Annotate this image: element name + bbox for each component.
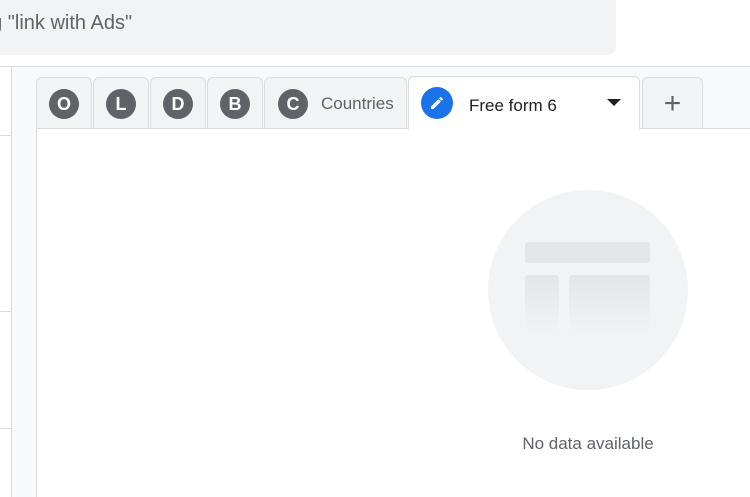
illustration-right-column <box>569 275 650 335</box>
left-panel-divider <box>0 135 11 136</box>
left-panel <box>0 67 12 497</box>
tab-letter-badge: B <box>220 88 250 119</box>
tab-o[interactable]: O <box>36 77 92 129</box>
left-panel-divider <box>0 311 11 312</box>
tab-free-form-label: Free form 6 <box>469 96 557 115</box>
empty-table-illustration <box>488 190 688 390</box>
caret-down-icon[interactable] <box>607 99 621 106</box>
tab-l[interactable]: L <box>93 77 149 129</box>
add-tab-button[interactable]: + <box>642 77 703 129</box>
tab-countries[interactable]: C Countries <box>264 77 407 129</box>
tab-letter-badge: C <box>278 88 308 119</box>
illustration-left-column <box>525 275 559 335</box>
analytics-exploration-view: ng "link with Ads" O L D B C Countries <box>0 0 750 497</box>
tab-countries-label: Countries <box>321 93 394 113</box>
pencil-icon <box>421 87 453 119</box>
no-data-message: No data available <box>522 434 654 453</box>
left-panel-divider <box>0 428 11 429</box>
illustration-header-bar <box>525 242 650 263</box>
tab-letter-badge: L <box>106 88 136 119</box>
tab-b[interactable]: B <box>207 77 263 129</box>
tab-letter-badge: D <box>163 88 193 119</box>
tab-bar: O L D B C Countries Free form 6 + <box>36 76 704 129</box>
search-query-text: ng "link with Ads" <box>0 12 133 34</box>
plus-icon: + <box>663 86 682 120</box>
tab-free-form-6[interactable]: Free form 6 <box>408 76 640 129</box>
tab-content-panel: No data available <box>36 128 750 497</box>
tab-d[interactable]: D <box>150 77 206 129</box>
search-bar[interactable]: ng "link with Ads" <box>0 0 616 55</box>
tab-letter-badge: O <box>49 88 79 119</box>
